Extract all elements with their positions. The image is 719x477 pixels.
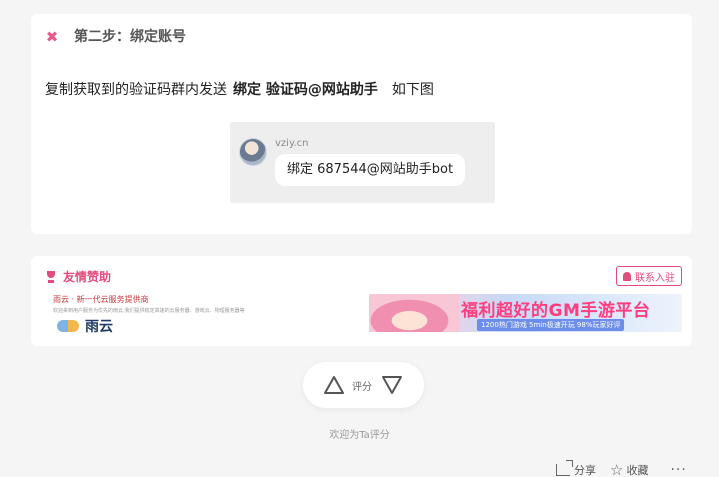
contact-join-button[interactable]: 联系入驻 [616, 266, 682, 286]
thumb-down-triangle-icon[interactable] [381, 375, 403, 395]
step-header: ✖ 第二步：绑定账号 [43, 28, 186, 46]
banner-left-brand: 雨云 [85, 319, 113, 334]
favorite-button[interactable]: ☆ 收藏 [610, 462, 648, 477]
banner-right-headline: 福利超好的GM手游平台 [461, 301, 651, 321]
banner-right-subline: 1200热门游戏 5min极速开玩 98%玩家好评 [477, 319, 625, 331]
share-label: 分享 [574, 464, 596, 477]
banner-left-body: 欢迎来到用户服务为优先的雨云,我们提供稳定高速的云服务器、游戏云、物理服务器等 [53, 308, 245, 314]
avatar [239, 138, 267, 166]
sponsor-banner-left[interactable]: 雨云 · 新一代云服务提供商 欢迎来到用户服务为优先的雨云,我们提供稳定高速的云… [53, 294, 353, 334]
step-desc-command: 绑定 验证码@网站助手 [233, 82, 378, 98]
cloud-icon [57, 320, 79, 332]
share-button[interactable]: 分享 [556, 460, 596, 477]
sponsor-title: 友情赞助 [63, 270, 112, 284]
banner-left-headline: 雨云 · 新一代云服务提供商 [53, 295, 149, 304]
star-icon: ☆ [610, 461, 624, 477]
step-desc-prefix: 复制获取到的验证码群内发送 [45, 82, 227, 98]
close-icon[interactable]: ✖ [43, 28, 61, 46]
step-card: ✖ 第二步：绑定账号 复制获取到的验证码群内发送 绑定 验证码@网站助手 如下图 v… [31, 14, 692, 234]
step-title: 第二步：绑定账号 [74, 29, 186, 45]
chat-example-image: vziy.cn 绑定 687544@网站助手bot [230, 122, 495, 203]
favorite-label: 收藏 [626, 464, 649, 477]
bell-icon [623, 271, 631, 281]
step-description: 复制获取到的验证码群内发送 绑定 验证码@网站助手 如下图 [45, 80, 434, 100]
rating-label: 评分 [352, 382, 372, 393]
anime-character-image [369, 294, 459, 332]
share-icon [556, 460, 573, 476]
thumb-up-triangle-icon[interactable] [323, 375, 345, 395]
contact-join-label: 联系入驻 [635, 272, 675, 284]
banner-left-logo: 雨云 [57, 316, 113, 334]
sponsor-card: 友情赞助 联系入驻 雨云 · 新一代云服务提供商 欢迎来到用户服务为优先的雨云,… [31, 256, 692, 346]
sponsor-banner-right[interactable]: 福利超好的GM手游平台 1200热门游戏 5min极速开玩 98%玩家好评 [369, 294, 682, 332]
rating-hint: 欢迎为Ta评分 [329, 430, 390, 441]
trophy-icon [45, 270, 57, 283]
rating-control: 评分 [303, 362, 424, 408]
chat-sender-name: vziy.cn [275, 138, 309, 149]
more-icon[interactable]: ··· [670, 462, 686, 477]
step-desc-suffix: 如下图 [391, 82, 434, 98]
footer-actions: 分享 ☆ 收藏 ··· [556, 460, 687, 477]
sponsor-header: 友情赞助 [45, 268, 111, 285]
chat-message-bubble: 绑定 687544@网站助手bot [275, 154, 466, 186]
